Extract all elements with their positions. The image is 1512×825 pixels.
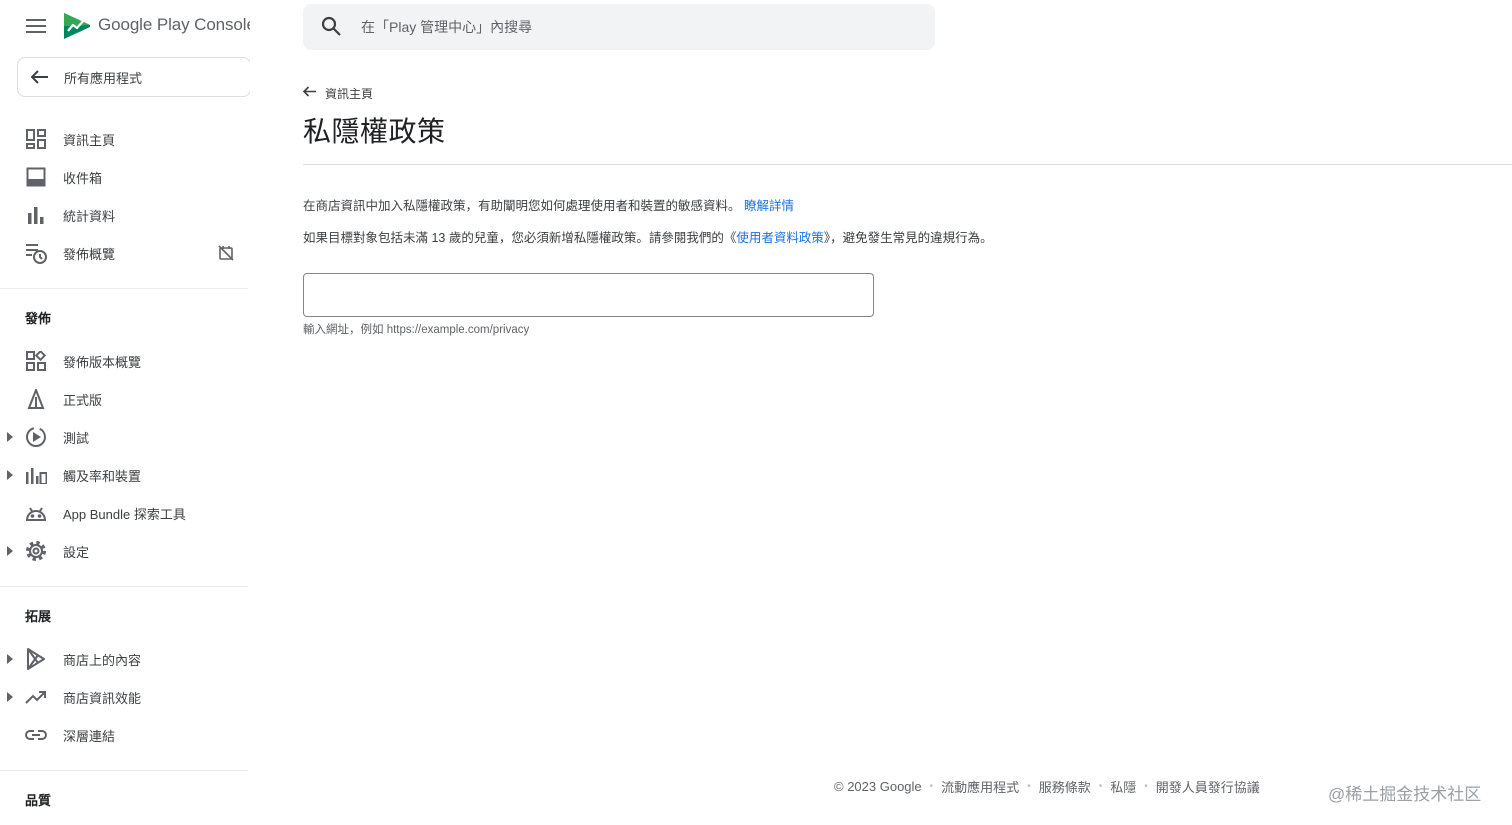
sidebar-item-label: 設定 bbox=[63, 544, 90, 560]
android-icon bbox=[24, 501, 48, 525]
sidebar-item-reach-devices[interactable]: 觸及率和裝置 bbox=[0, 456, 250, 494]
bar-chart-icon bbox=[24, 203, 48, 227]
title-divider bbox=[303, 164, 1512, 165]
sidebar-item-app-bundle-explorer[interactable]: App Bundle 探索工具 bbox=[0, 494, 250, 532]
sidebar-item-releases-overview[interactable]: 發佈版本概覽 bbox=[0, 342, 250, 380]
sidebar-item-dashboard[interactable]: 資訊主頁 bbox=[0, 120, 250, 158]
privacy-policy-url-input[interactable] bbox=[316, 282, 861, 308]
testing-icon bbox=[24, 425, 48, 449]
description-text-before: 如果目標對象包括未滿 13 歲的兒童，您必須新增私隱權政策。請參閱我們的《 bbox=[303, 231, 737, 245]
sidebar-item-deep-links[interactable]: 深層連結 bbox=[0, 716, 250, 754]
search-bar[interactable] bbox=[303, 4, 935, 50]
learn-more-link[interactable]: 瞭解詳情 bbox=[744, 199, 794, 213]
releases-overview-icon bbox=[24, 349, 48, 373]
footer: © 2023 Google • 流動應用程式 • 服務條款 • 私隱 • 開發人… bbox=[834, 777, 1260, 795]
sidebar-item-label: 統計資料 bbox=[63, 208, 116, 224]
reach-devices-icon bbox=[24, 463, 48, 487]
footer-separator: • bbox=[1144, 780, 1148, 792]
watermark: @稀土掘金技术社区 bbox=[1328, 785, 1482, 804]
play-store-icon bbox=[24, 647, 48, 671]
brand-header: Google Play Console bbox=[0, 0, 250, 52]
expand-caret-icon[interactable] bbox=[6, 545, 14, 557]
footer-link-terms[interactable]: 服務條款 bbox=[1039, 777, 1091, 796]
dashboard-icon bbox=[24, 127, 48, 151]
sidebar-item-label: 測試 bbox=[63, 430, 90, 446]
sidebar-item-publishing-overview[interactable]: 發佈概覽 bbox=[0, 234, 250, 272]
sidebar-item-production[interactable]: 正式版 bbox=[0, 380, 250, 418]
managed-publishing-off-icon[interactable] bbox=[216, 243, 236, 263]
page-title: 私隱權政策 bbox=[303, 116, 446, 147]
sidebar-divider bbox=[0, 586, 248, 587]
brand-console: Console bbox=[194, 15, 250, 34]
brand-google: Google Play bbox=[98, 15, 190, 34]
production-icon bbox=[24, 387, 48, 411]
section-quality: 品質 bbox=[25, 793, 52, 808]
sidebar-item-store-performance[interactable]: 商店資訊效能 bbox=[0, 678, 250, 716]
url-hint: 輸入網址，例如 https://example.com/privacy bbox=[303, 324, 530, 336]
section-release: 發佈 bbox=[25, 311, 52, 326]
arrow-back-icon bbox=[20, 70, 60, 84]
footer-link-privacy[interactable]: 私隱 bbox=[1110, 777, 1136, 796]
footer-copyright: © 2023 Google bbox=[834, 778, 922, 794]
sidebar-item-testing[interactable]: 測試 bbox=[0, 418, 250, 456]
search-input[interactable] bbox=[361, 12, 921, 42]
description-line-1: 在商店資訊中加入私隱權政策，有助闡明您如何處理使用者和裝置的敏感資料。 瞭解詳情 bbox=[303, 195, 794, 214]
sidebar-item-label: 商店上的內容 bbox=[63, 652, 142, 668]
sidebar-item-label: 資訊主頁 bbox=[63, 132, 116, 148]
sidebar-item-label: 發佈版本概覽 bbox=[63, 354, 142, 370]
publishing-overview-icon bbox=[24, 241, 48, 265]
arrow-back-icon bbox=[302, 84, 317, 102]
expand-caret-icon[interactable] bbox=[6, 653, 14, 665]
sidebar-item-label: 深層連結 bbox=[63, 728, 116, 744]
sidebar-item-label: 商店資訊效能 bbox=[63, 690, 142, 706]
footer-separator: • bbox=[1027, 780, 1031, 792]
all-apps-button[interactable]: 所有應用程式 bbox=[17, 57, 250, 97]
play-console-app: Google Play Console 所有應用程式 資訊主頁 收件箱 統計資料… bbox=[0, 0, 1512, 825]
sidebar-item-label: 正式版 bbox=[63, 392, 103, 408]
play-console-logo-icon[interactable] bbox=[62, 11, 92, 41]
privacy-policy-url-field[interactable] bbox=[303, 273, 874, 317]
sidebar: Google Play Console 所有應用程式 資訊主頁 收件箱 統計資料… bbox=[0, 0, 250, 825]
user-data-policy-link[interactable]: 使用者資料政策 bbox=[736, 231, 824, 245]
expand-caret-icon[interactable] bbox=[6, 691, 14, 703]
settings-icon bbox=[24, 539, 48, 563]
footer-separator: • bbox=[929, 780, 934, 792]
breadcrumb[interactable]: 資訊主頁 bbox=[302, 84, 373, 102]
description-text: 在商店資訊中加入私隱權政策，有助闡明您如何處理使用者和裝置的敏感資料。 bbox=[303, 199, 741, 213]
description-text-after: 》，避免發生常見的違規行為。 bbox=[823, 231, 993, 245]
section-grow: 拓展 bbox=[25, 609, 52, 624]
all-apps-label: 所有應用程式 bbox=[64, 70, 143, 86]
trending-up-icon bbox=[24, 685, 48, 709]
sidebar-divider bbox=[0, 288, 248, 289]
description-line-2: 如果目標對象包括未滿 13 歲的兒童，您必須新增私隱權政策。請參閱我們的《使用者… bbox=[303, 227, 993, 246]
sidebar-item-label: 收件箱 bbox=[63, 170, 103, 186]
sidebar-item-label: 觸及率和裝置 bbox=[63, 468, 142, 484]
brand-name: Google Play Console bbox=[98, 15, 250, 35]
breadcrumb-link[interactable]: 資訊主頁 bbox=[325, 85, 373, 102]
inbox-icon bbox=[24, 165, 48, 189]
sidebar-item-label: 發佈概覽 bbox=[63, 246, 116, 262]
sidebar-item-settings[interactable]: 設定 bbox=[0, 532, 250, 570]
sidebar-divider bbox=[0, 770, 248, 771]
expand-caret-icon[interactable] bbox=[6, 431, 14, 443]
footer-link-mobile-app[interactable]: 流動應用程式 bbox=[941, 777, 1019, 796]
sidebar-item-store-presence[interactable]: 商店上的內容 bbox=[0, 640, 250, 678]
sidebar-item-inbox[interactable]: 收件箱 bbox=[0, 158, 250, 196]
expand-caret-icon[interactable] bbox=[6, 469, 14, 481]
footer-link-dda[interactable]: 開發人員發行協議 bbox=[1156, 777, 1260, 796]
search-icon bbox=[321, 16, 343, 38]
sidebar-item-label: App Bundle 探索工具 bbox=[63, 506, 186, 522]
hamburger-menu-icon[interactable] bbox=[20, 10, 52, 42]
sidebar-item-statistics[interactable]: 統計資料 bbox=[0, 196, 250, 234]
link-icon bbox=[24, 723, 48, 747]
footer-separator: • bbox=[1098, 780, 1103, 792]
